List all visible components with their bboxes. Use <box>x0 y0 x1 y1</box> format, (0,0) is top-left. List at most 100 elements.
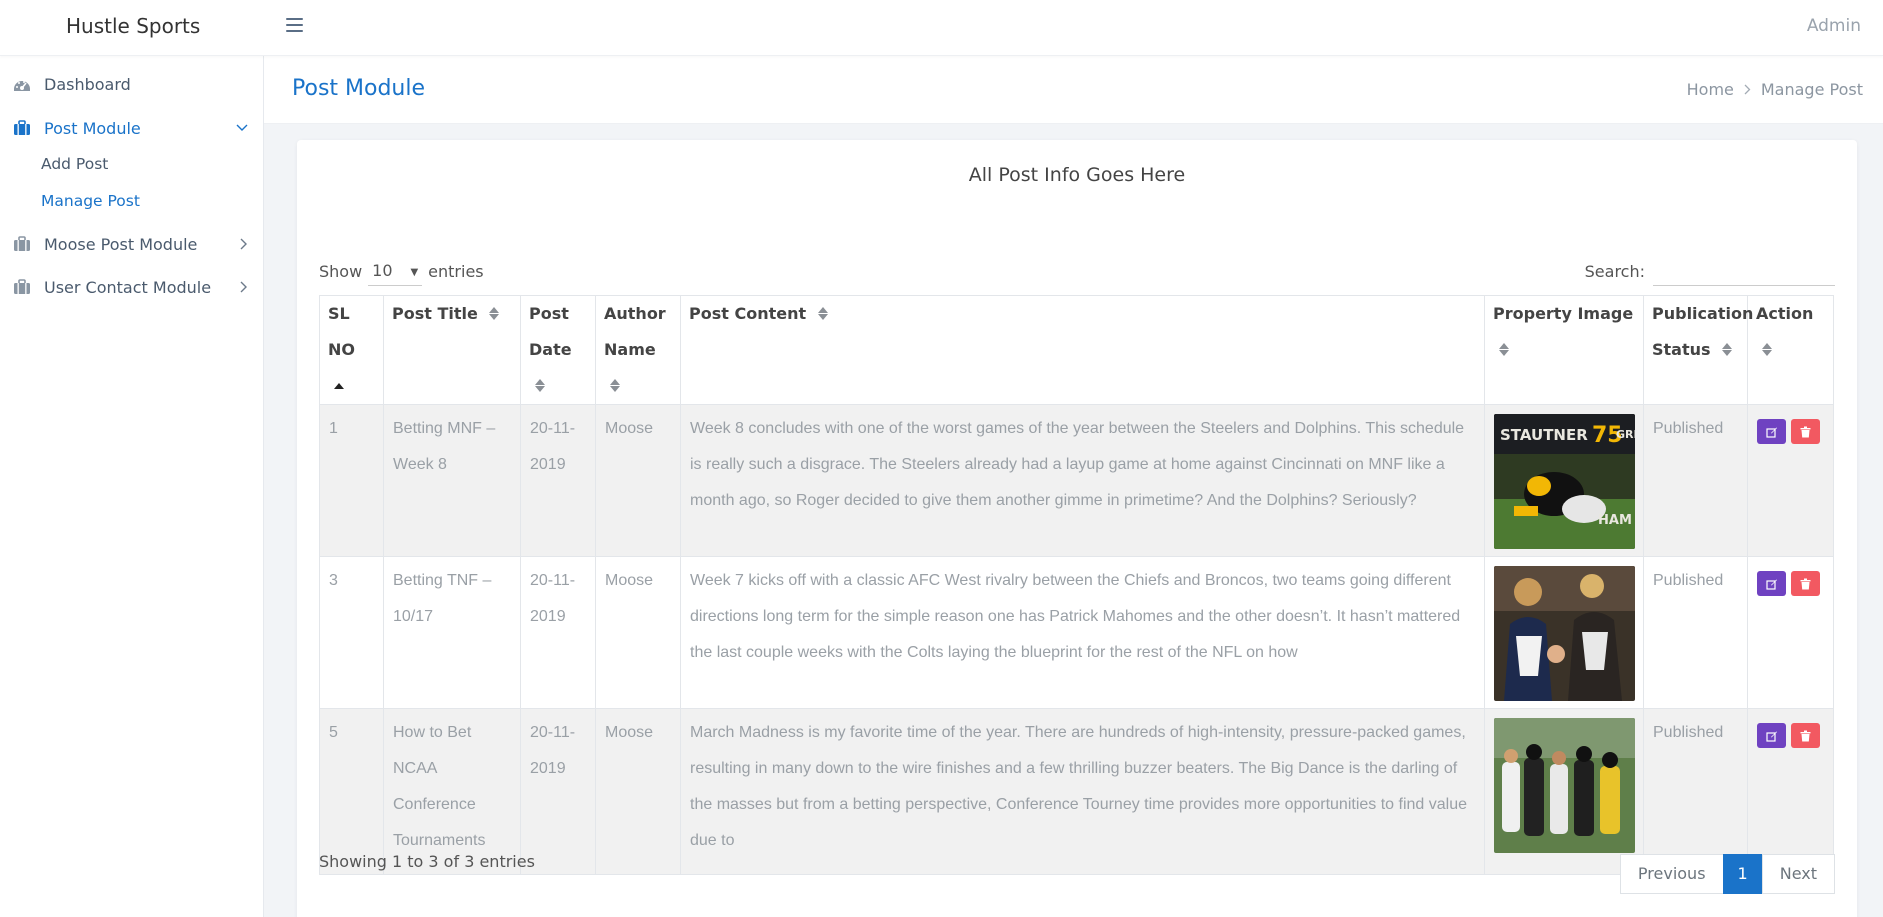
page-title: Post Module <box>292 76 426 101</box>
sort-icon <box>610 378 620 393</box>
chevron-right-icon <box>240 281 247 293</box>
sort-icon <box>1722 342 1733 357</box>
chevron-down-icon <box>236 124 248 131</box>
posts-table: SL NO Post Title Post Date Author Name P… <box>319 295 1834 875</box>
cell-post-content: Week 8 concludes with one of the worst g… <box>680 404 1485 557</box>
page-header: Post Module Home Manage Post <box>264 56 1883 124</box>
menu-toggle-icon[interactable] <box>286 18 303 32</box>
sort-icon <box>535 378 545 393</box>
cell-publication-status: Published <box>1643 404 1748 557</box>
entries-select-value: 10 <box>372 261 393 280</box>
column-header-label: Publication <box>1652 304 1754 323</box>
column-header-label: Date <box>529 340 572 359</box>
cell-property-image: STAUTNER 75 GRE HAM <box>1484 404 1644 557</box>
cell-author-name: Moose <box>595 708 681 875</box>
cell-property-image <box>1484 708 1644 875</box>
edit-icon <box>1765 427 1777 438</box>
column-header-label: Post Title <box>392 304 478 323</box>
trash-icon <box>1800 578 1811 589</box>
cell-post-content: Week 7 kicks off with a classic AFC West… <box>680 556 1485 709</box>
column-header-label: Post Content <box>689 304 807 323</box>
table-row: 3 Betting TNF – 10/17 20-11-2019 Moose W… <box>319 556 1834 709</box>
entries-select[interactable]: 10 ▼ <box>368 256 423 286</box>
edit-button[interactable] <box>1757 723 1786 748</box>
cell-post-date: 20-11-2019 <box>520 708 596 875</box>
edit-button[interactable] <box>1757 419 1786 444</box>
sidebar-subitem-manage-post[interactable]: Manage Post <box>41 188 140 214</box>
sidebar-item-label: Moose Post Module <box>44 234 198 254</box>
table-header-row: SL NO Post Title Post Date Author Name P… <box>319 295 1834 405</box>
search-input[interactable] <box>1653 256 1835 286</box>
chevron-right-icon <box>240 238 247 250</box>
sidebar-item-dashboard[interactable]: Dashboard <box>0 67 264 101</box>
cell-sl-no: 1 <box>319 404 384 557</box>
column-header-label: Property Image <box>1493 304 1634 323</box>
sidebar-item-user-contact-module[interactable]: User Contact Module <box>0 270 264 304</box>
column-header-action[interactable]: Action <box>1747 295 1834 405</box>
user-menu[interactable]: Admin <box>1807 16 1861 36</box>
show-label: Show <box>319 261 363 281</box>
sidebar-item-label: User Contact Module <box>44 277 212 297</box>
sidebar-item-label: Post Module <box>44 118 141 138</box>
column-header-label: Name <box>604 340 656 359</box>
cell-publication-status: Published <box>1643 556 1748 709</box>
breadcrumb-home[interactable]: Home <box>1687 80 1734 99</box>
sidebar: Dashboard Post Module Add Post Manage Po… <box>0 56 264 917</box>
briefcase-icon <box>14 236 30 251</box>
next-page-button[interactable]: Next <box>1761 854 1835 894</box>
cell-post-title: Betting MNF – Week 8 <box>383 404 521 557</box>
cell-post-title: How to Bet NCAA Conference Tournaments <box>383 708 521 875</box>
cell-action <box>1747 708 1834 875</box>
column-header-sl-no[interactable]: SL NO <box>319 295 384 405</box>
delete-button[interactable] <box>1791 571 1820 596</box>
property-image[interactable]: STAUTNER 75 GRE HAM <box>1494 414 1635 549</box>
sidebar-item-post-module[interactable]: Post Module <box>0 111 264 145</box>
delete-button[interactable] <box>1791 723 1820 748</box>
column-header-publication-status[interactable]: Publication Status <box>1643 295 1753 405</box>
dashboard-icon <box>14 81 30 91</box>
svg-text:GRE: GRE <box>1616 428 1635 441</box>
trash-icon <box>1800 730 1811 741</box>
cell-property-image <box>1484 556 1644 709</box>
search-label: Search: <box>1584 261 1645 281</box>
entries-length-control: Show 10 ▼ entries <box>319 256 484 286</box>
cell-publication-status: Published <box>1643 708 1748 875</box>
sidebar-item-label: Dashboard <box>44 74 131 94</box>
edit-button[interactable] <box>1757 571 1786 596</box>
entries-label: entries <box>428 261 484 281</box>
brand-name[interactable]: Hustle Sports <box>66 14 200 38</box>
property-image[interactable] <box>1494 566 1635 701</box>
column-header-post-date[interactable]: Post Date <box>520 295 596 405</box>
cell-action <box>1747 404 1834 557</box>
caret-down-icon: ▼ <box>410 266 419 278</box>
sort-icon <box>1499 342 1509 357</box>
trash-icon <box>1800 426 1811 437</box>
sort-ascending-icon <box>334 382 344 390</box>
property-image[interactable] <box>1494 718 1635 853</box>
sidebar-subitem-add-post[interactable]: Add Post <box>41 151 108 177</box>
sidebar-item-moose-post-module[interactable]: Moose Post Module <box>0 227 264 261</box>
breadcrumb-current: Manage Post <box>1760 80 1863 99</box>
cell-sl-no: 5 <box>319 708 384 875</box>
column-header-post-title[interactable]: Post Title <box>383 295 521 405</box>
cell-author-name: Moose <box>595 556 681 709</box>
column-header-post-content[interactable]: Post Content <box>680 295 1485 405</box>
cell-post-date: 20-11-2019 <box>520 404 596 557</box>
posts-card: All Post Info Goes Here Show 10 ▼ entrie… <box>297 140 1857 917</box>
page-1-button[interactable]: 1 <box>1722 854 1763 894</box>
chevron-right-icon <box>1744 84 1751 95</box>
delete-button[interactable] <box>1791 419 1820 444</box>
table-info: Showing 1 to 3 of 3 entries <box>319 852 535 871</box>
table-row: 1 Betting MNF – Week 8 20-11-2019 Moose … <box>319 404 1834 557</box>
card-title: All Post Info Goes Here <box>968 164 1186 186</box>
column-header-author-name[interactable]: Author Name <box>595 295 681 405</box>
column-header-property-image[interactable]: Property Image <box>1484 295 1644 405</box>
svg-text:HAM: HAM <box>1598 513 1632 528</box>
sort-icon <box>1762 342 1772 357</box>
column-header-label: SL <box>328 304 350 323</box>
column-header-label: Status <box>1652 340 1711 359</box>
search-control: Search: <box>1585 256 1835 286</box>
previous-page-button[interactable]: Previous <box>1619 854 1724 894</box>
edit-icon <box>1765 731 1777 742</box>
cell-sl-no: 3 <box>319 556 384 709</box>
